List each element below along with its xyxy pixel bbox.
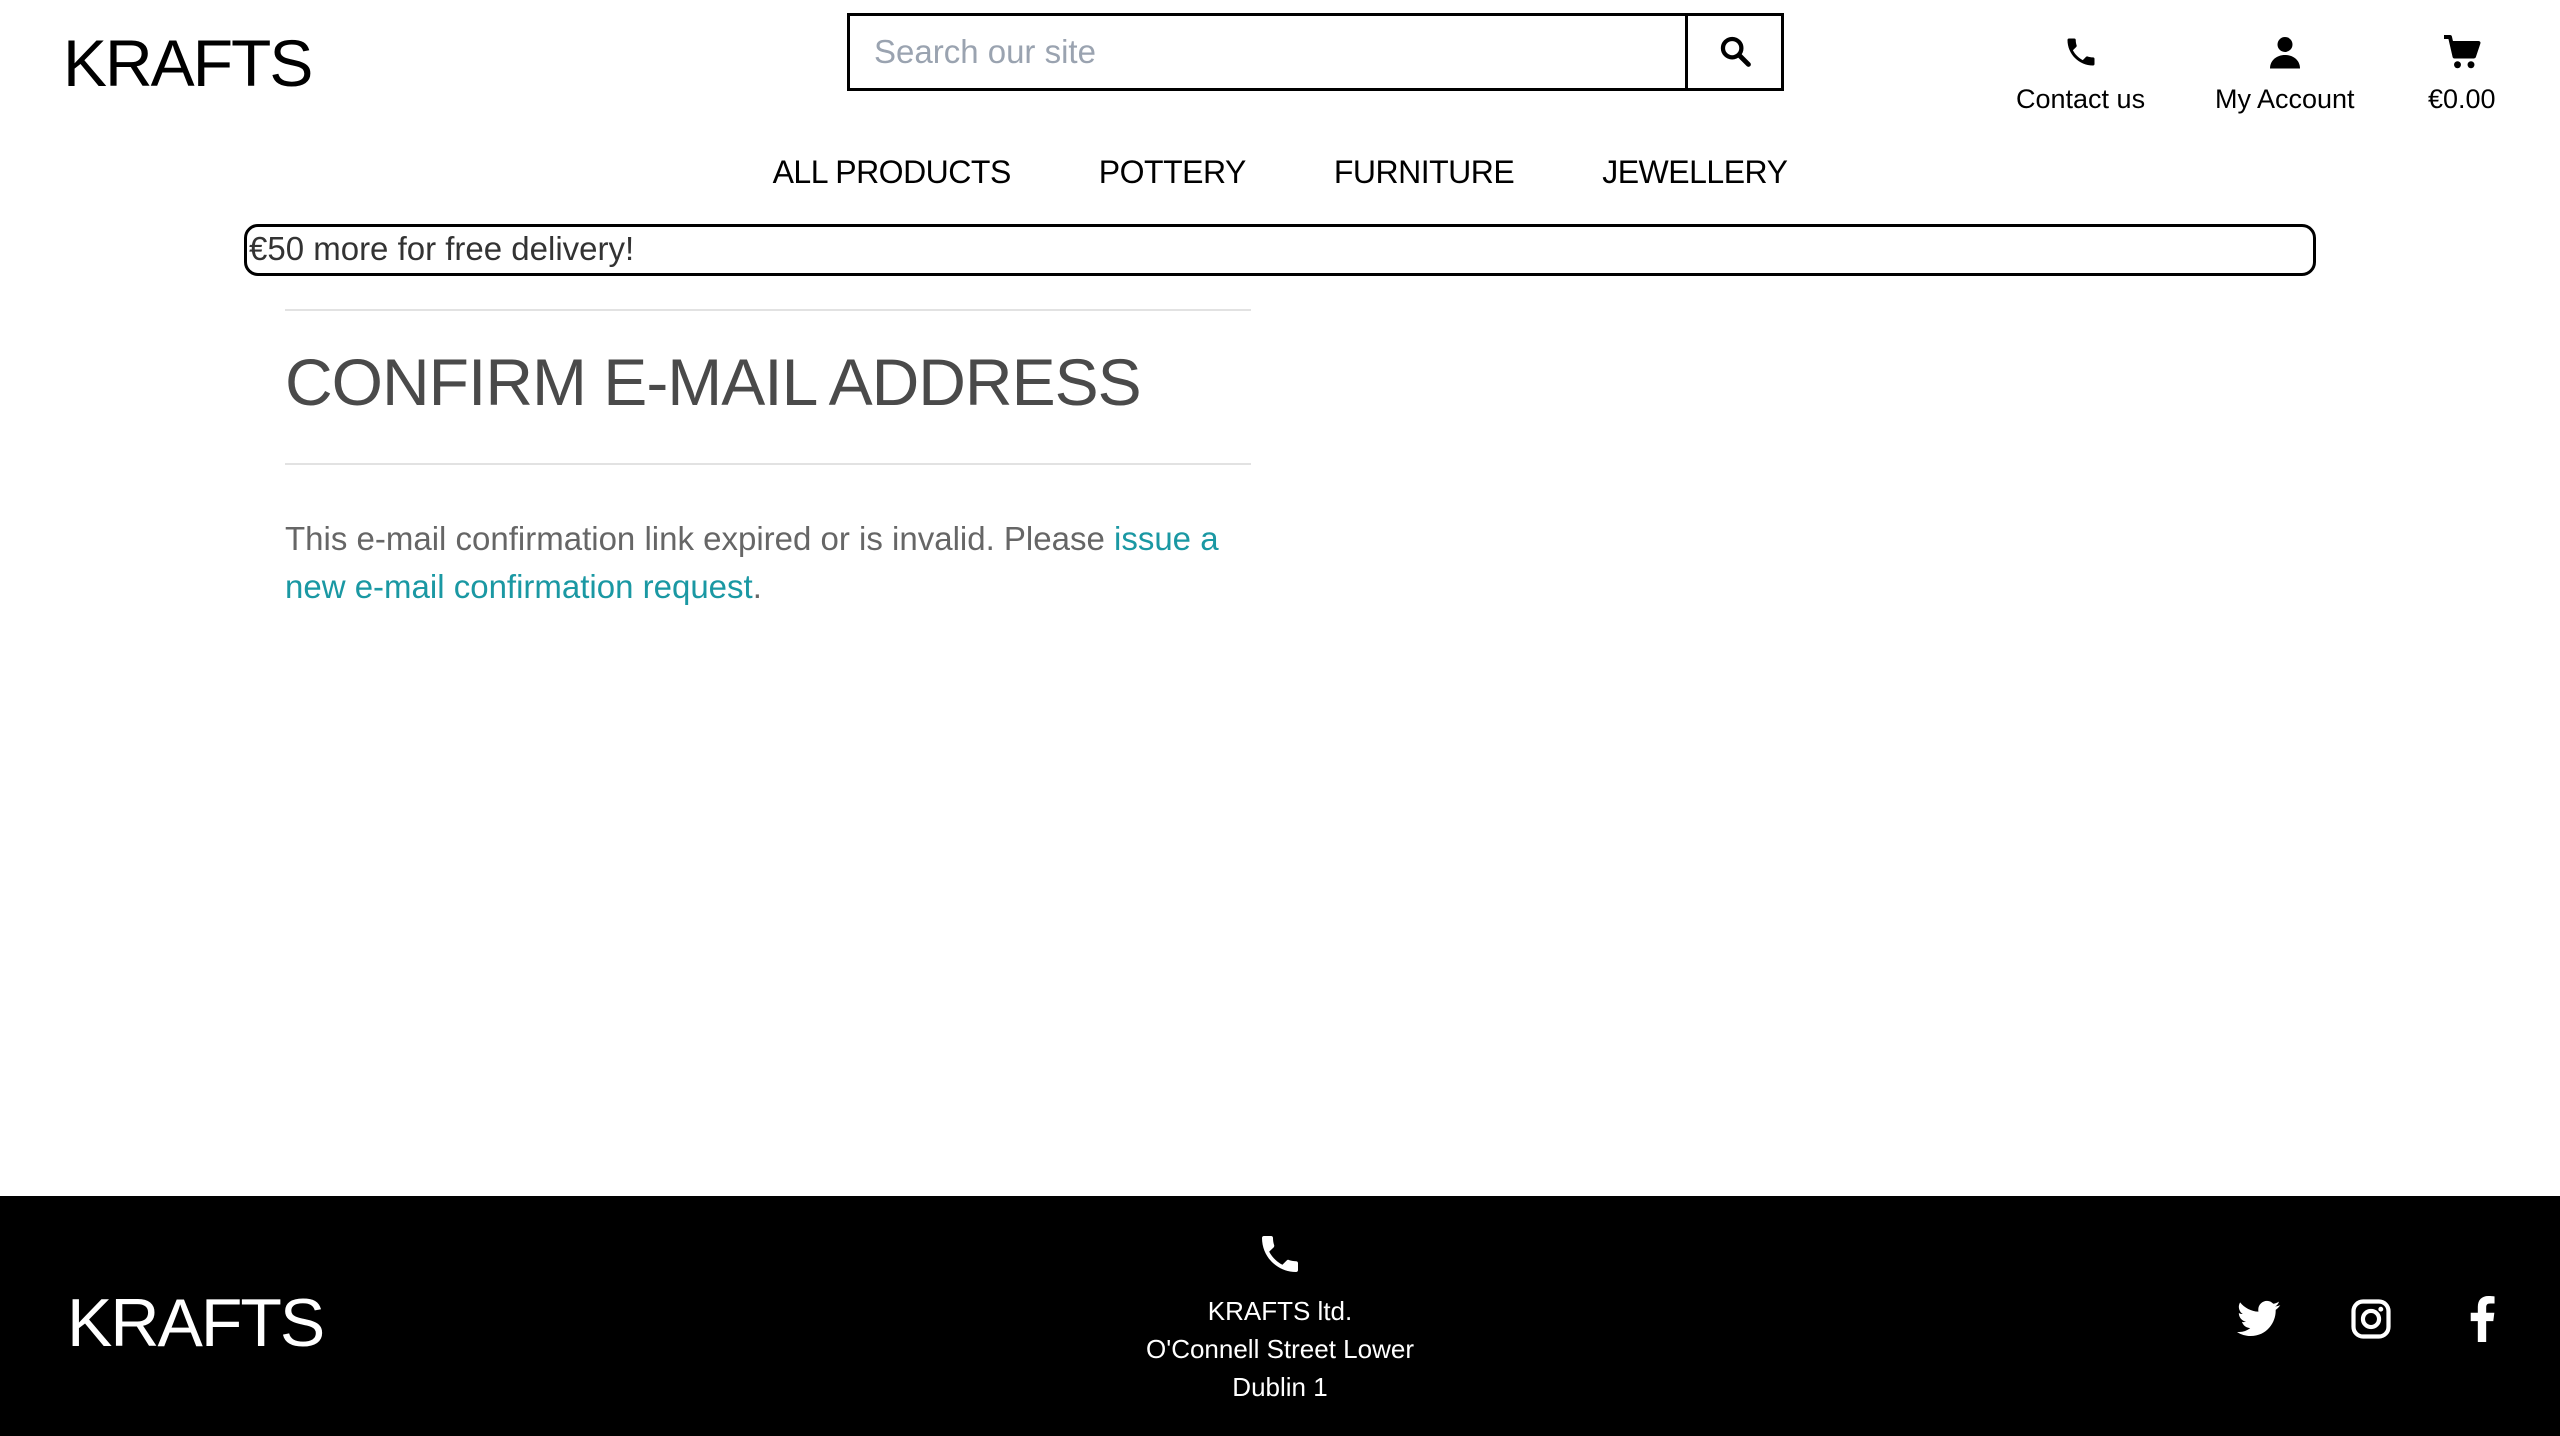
divider-top [285, 309, 1251, 311]
search-icon [1718, 34, 1752, 71]
footer-phone-icon [1080, 1230, 1480, 1278]
free-delivery-banner: €50 more for free delivery! [244, 224, 2316, 276]
main-content: CONFIRM E-MAIL ADDRESS This e-mail confi… [285, 309, 1251, 611]
contact-us-label: Contact us [2016, 84, 2146, 114]
user-icon [2267, 34, 2303, 84]
footer-address-company: KRAFTS ltd. [1207, 1296, 1353, 1326]
my-account-label: My Account [2215, 84, 2355, 114]
page-title: CONFIRM E-MAIL ADDRESS [285, 345, 1142, 419]
cart-icon [2442, 34, 2482, 84]
nav-item-furniture[interactable]: FURNITURE [1334, 154, 1515, 191]
footer-address-city: Dublin 1 [1232, 1372, 1328, 1402]
twitter-link[interactable] [2236, 1298, 2282, 1344]
divider-bottom [285, 463, 1251, 465]
page: KRAFTS Contact us My Account [0, 0, 2560, 1436]
confirmation-message: This e-mail confirmation link expired or… [285, 515, 1251, 611]
footer-contact: KRAFTS ltd. O'Connell Street Lower Dubli… [1080, 1230, 1480, 1406]
nav-item-jewellery[interactable]: JEWELLERY [1602, 154, 1788, 191]
instagram-link[interactable] [2348, 1298, 2394, 1344]
phone-icon [2063, 34, 2099, 84]
cart-link[interactable]: €0.00 [2428, 34, 2496, 115]
footer-address-street: O'Connell Street Lower [1146, 1334, 1414, 1364]
cart-total: €0.00 [2428, 84, 2496, 114]
footer-logo: KRAFTS [67, 1285, 325, 1361]
site-footer: KRAFTS KRAFTS ltd. O'Connell Street Lowe… [0, 1196, 2560, 1436]
contact-us-link[interactable]: Contact us [2016, 34, 2145, 115]
facebook-icon [2468, 1295, 2496, 1347]
instagram-icon [2350, 1298, 2392, 1345]
facebook-link[interactable] [2459, 1295, 2505, 1347]
search-input[interactable] [850, 16, 1685, 88]
twitter-icon [2237, 1300, 2281, 1343]
my-account-link[interactable]: My Account [2215, 34, 2355, 115]
search-button[interactable] [1685, 16, 1781, 88]
search-form [847, 13, 1784, 91]
site-logo[interactable]: KRAFTS [63, 30, 313, 96]
confirmation-message-text: This e-mail confirmation link expired or… [285, 520, 1114, 557]
main-nav: ALL PRODUCTS POTTERY FURNITURE JEWELLERY [0, 154, 2560, 191]
nav-item-all-products[interactable]: ALL PRODUCTS [773, 154, 1012, 191]
confirmation-message-end: . [752, 568, 762, 605]
nav-item-pottery[interactable]: POTTERY [1099, 154, 1247, 191]
